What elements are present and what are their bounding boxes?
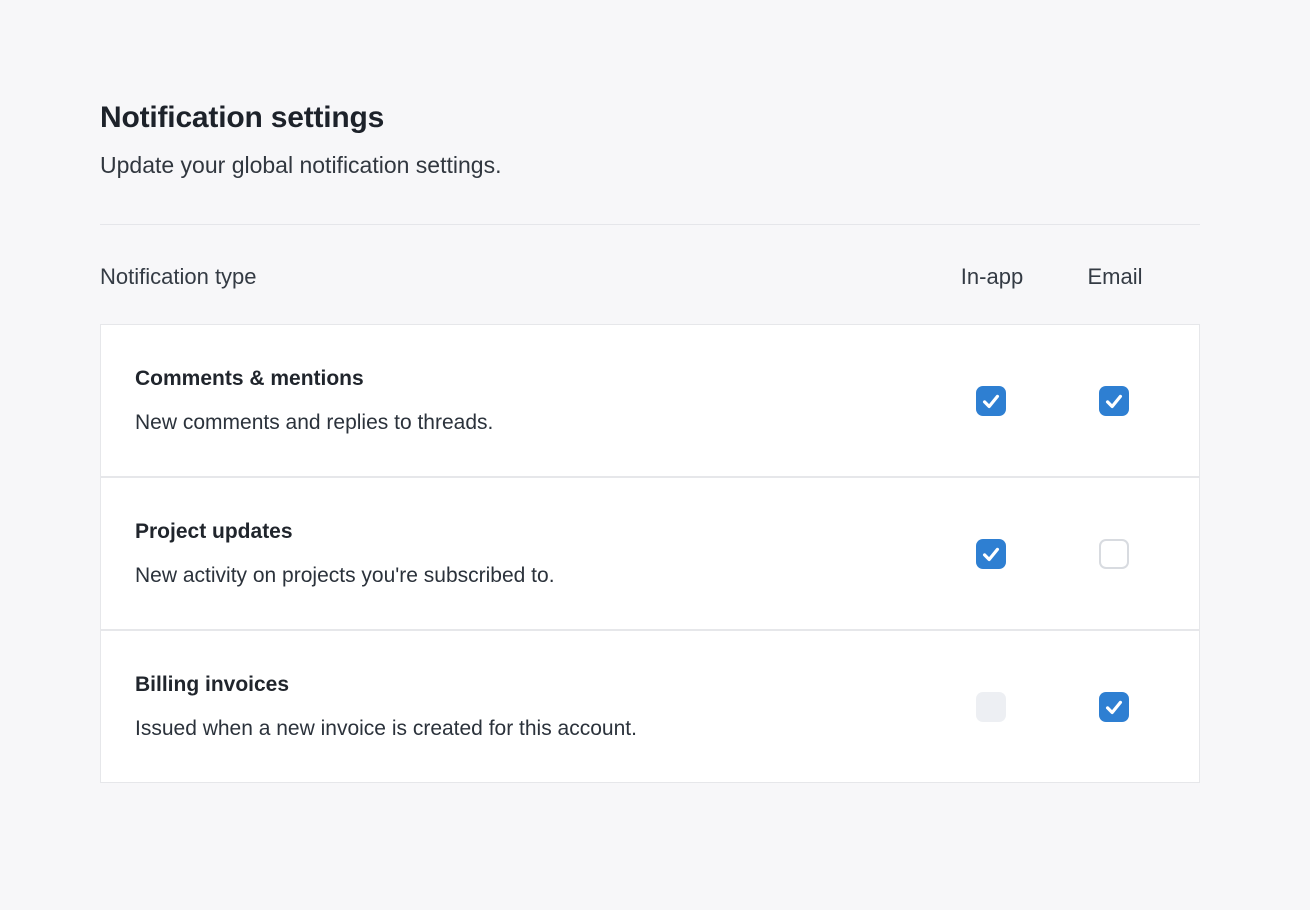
notification-table: Comments & mentions New comments and rep… bbox=[100, 324, 1200, 783]
table-header: Notification type In-app Email bbox=[100, 264, 1200, 290]
table-row-billing-invoices: Billing invoices Issued when a new invoi… bbox=[100, 630, 1200, 783]
email-checkbox[interactable] bbox=[1099, 386, 1129, 416]
in-app-checkbox bbox=[976, 692, 1006, 722]
row-text: Comments & mentions New comments and rep… bbox=[135, 365, 493, 437]
page-title: Notification settings bbox=[100, 100, 1200, 136]
row-text: Project updates New activity on projects… bbox=[135, 518, 555, 590]
check-icon bbox=[1103, 390, 1125, 412]
in-app-checkbox[interactable] bbox=[976, 539, 1006, 569]
row-title: Comments & mentions bbox=[135, 365, 493, 393]
column-header-notification-type: Notification type bbox=[100, 264, 257, 290]
row-description: Issued when a new invoice is created for… bbox=[135, 715, 637, 743]
checkbox-column-headers: In-app Email bbox=[955, 264, 1152, 290]
check-icon bbox=[980, 390, 1002, 412]
check-icon bbox=[1103, 696, 1125, 718]
email-checkbox[interactable] bbox=[1099, 692, 1129, 722]
row-title: Project updates bbox=[135, 518, 555, 546]
row-title: Billing invoices bbox=[135, 671, 637, 699]
divider bbox=[100, 224, 1200, 225]
table-row-comments-mentions: Comments & mentions New comments and rep… bbox=[100, 324, 1200, 477]
row-checkboxes bbox=[954, 539, 1151, 569]
notification-settings-page: Notification settings Update your global… bbox=[0, 0, 1200, 783]
row-checkboxes bbox=[954, 692, 1151, 722]
row-text: Billing invoices Issued when a new invoi… bbox=[135, 671, 637, 743]
row-description: New activity on projects you're subscrib… bbox=[135, 562, 555, 590]
in-app-checkbox[interactable] bbox=[976, 386, 1006, 416]
column-header-in-app: In-app bbox=[955, 264, 1029, 290]
row-description: New comments and replies to threads. bbox=[135, 409, 493, 437]
page-subtitle: Update your global notification settings… bbox=[100, 151, 1200, 179]
column-header-email: Email bbox=[1078, 264, 1152, 290]
table-row-project-updates: Project updates New activity on projects… bbox=[100, 477, 1200, 630]
check-icon bbox=[980, 543, 1002, 565]
row-checkboxes bbox=[954, 386, 1151, 416]
email-checkbox[interactable] bbox=[1099, 539, 1129, 569]
